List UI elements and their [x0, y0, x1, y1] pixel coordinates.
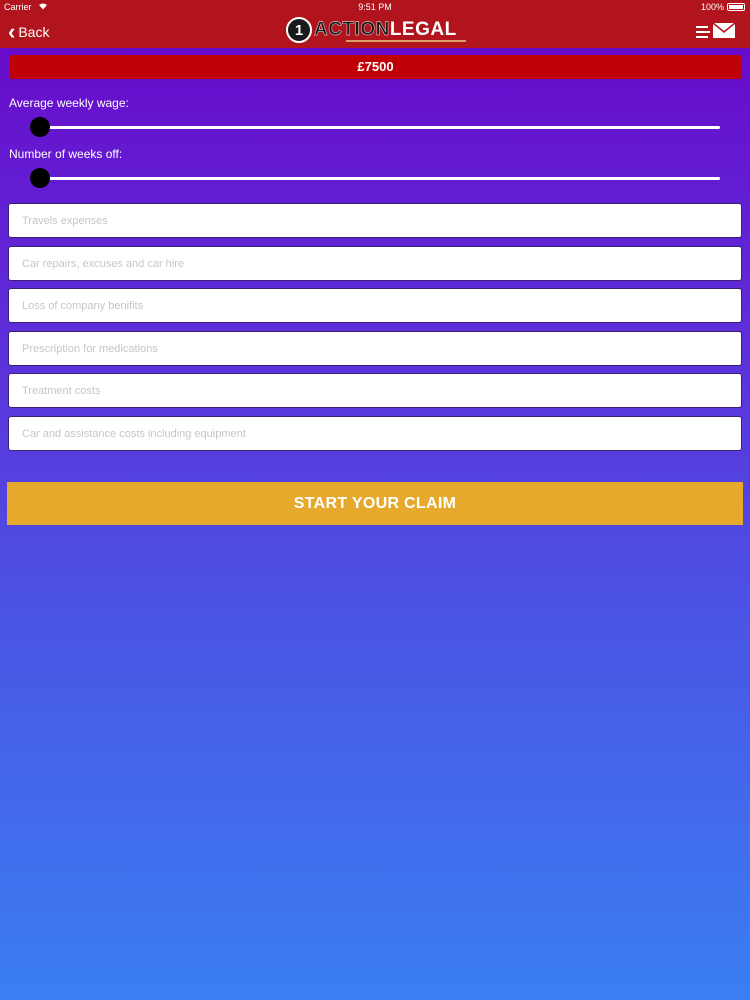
weekly-wage-label: Average weekly wage: — [9, 96, 129, 110]
prescription-input[interactable] — [8, 331, 742, 366]
status-time: 9:51 PM — [358, 2, 392, 12]
care-assistance-costs-input[interactable] — [8, 416, 742, 451]
nav-bar: ‹ Back 1 ACTIONLEGAL — [0, 14, 750, 48]
weeks-off-slider[interactable] — [30, 168, 720, 188]
weeks-off-slider-thumb[interactable] — [30, 168, 50, 188]
menu-line — [696, 36, 708, 38]
logo-badge: 1 — [286, 17, 312, 43]
car-repairs-input[interactable] — [8, 246, 742, 281]
chevron-left-icon: ‹ — [8, 19, 16, 44]
logo-badge-number: 1 — [294, 22, 304, 39]
logo-wordmark: ACTIONLEGAL — [314, 19, 457, 41]
menu-line — [696, 26, 708, 28]
claim-total-banner: £7500 — [10, 55, 741, 79]
status-bar: Carrier 9:51 PM 100% — [0, 0, 750, 14]
logo-word-legal: LEGAL — [389, 19, 457, 40]
weekly-wage-slider-thumb[interactable] — [30, 117, 50, 137]
back-button[interactable]: ‹ Back — [8, 21, 49, 43]
menu-line — [696, 31, 710, 33]
back-label: Back — [18, 24, 50, 40]
logo-tagline — [346, 40, 466, 42]
weekly-wage-slider[interactable] — [30, 117, 720, 137]
action-legal-logo: 1 ACTIONLEGAL — [286, 17, 466, 45]
treatment-costs-input[interactable] — [8, 373, 742, 408]
envelope-icon — [712, 22, 736, 38]
weeks-off-label: Number of weeks off: — [9, 147, 123, 161]
logo-word-action: ACTION — [314, 19, 390, 40]
company-benefits-input[interactable] — [8, 288, 742, 323]
start-claim-button[interactable]: START YOUR CLAIM — [7, 482, 743, 525]
travel-expenses-input[interactable] — [8, 203, 742, 238]
battery-icon — [727, 3, 745, 11]
battery-percent: 100% — [700, 2, 724, 12]
mail-menu-icon[interactable] — [696, 20, 736, 42]
